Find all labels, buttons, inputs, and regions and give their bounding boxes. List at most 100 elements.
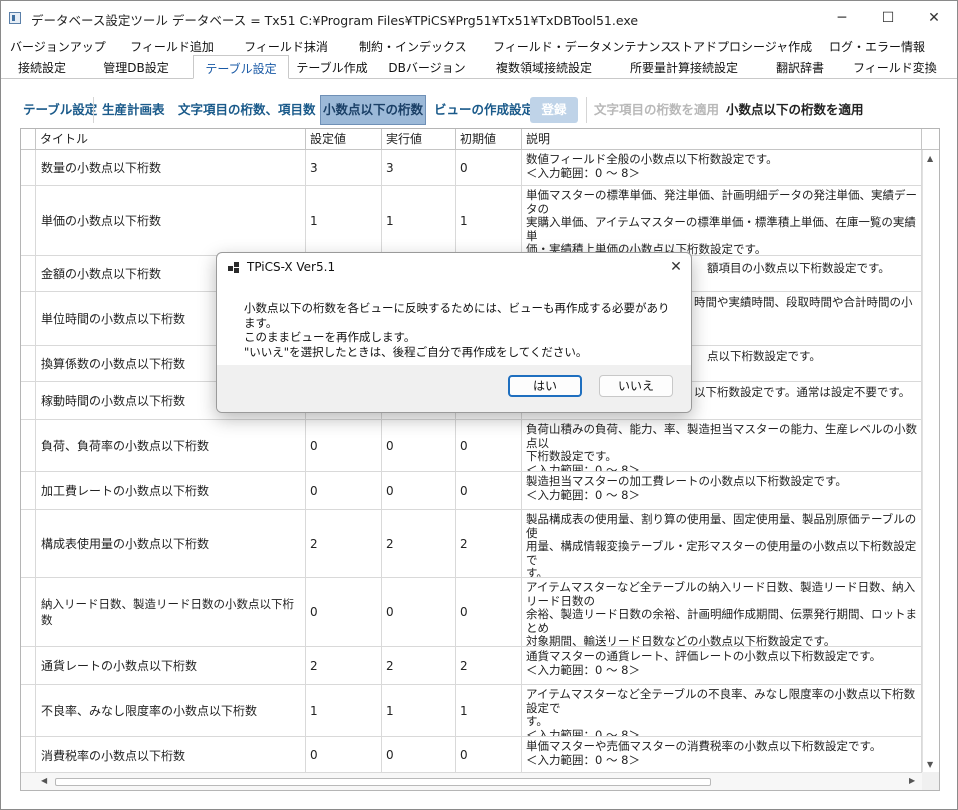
sub-view-create-settings[interactable]: ビューの作成設定: [434, 95, 534, 125]
row-initial-value: 0: [456, 420, 522, 471]
row-title: 数量の小数点以下桁数: [21, 150, 306, 185]
row-initial-value: 0: [456, 150, 522, 185]
sub-decimal-digits[interactable]: 小数点以下の桁数: [320, 95, 427, 125]
row-title: 負荷、負荷率の小数点以下桁数: [21, 420, 306, 471]
table-row[interactable]: 数量の小数点以下桁数 3 3 0 数値フィールド全般の小数点以下桁数設定です。 …: [21, 150, 922, 186]
row-title: 不良率、みなし限度率の小数点以下桁数: [21, 685, 306, 736]
table-row[interactable]: 構成表使用量の小数点以下桁数 2 2 2 製品構成表の使用量、割り算の使用量、固…: [21, 510, 922, 578]
table-row[interactable]: 消費税率の小数点以下桁数 0 0 0 単価マスターや売価マスターの消費税率の小数…: [21, 737, 922, 774]
row-execution-value: 1: [382, 186, 456, 255]
row-title: 納入リード日数、製造リード日数の小数点以下桁数: [21, 578, 306, 646]
close-icon[interactable]: ✕: [911, 1, 957, 35]
apply-text-digits-button[interactable]: 文字項目の桁数を適用: [594, 95, 719, 125]
dialog-close-icon[interactable]: ✕: [665, 256, 687, 278]
tab-version-up[interactable]: バージョンアップ: [10, 37, 106, 58]
minimize-icon[interactable]: ─: [819, 1, 865, 35]
sub-table-settings[interactable]: テーブル設定: [23, 95, 97, 125]
table-row[interactable]: 単価の小数点以下桁数 1 1 1 単価マスターの標準単価、発注単価、計画明細デー…: [21, 186, 922, 256]
table-row[interactable]: 加工費レートの小数点以下桁数 0 0 0 製造担当マスターの加工費レートの小数点…: [21, 472, 922, 510]
row-setting-value[interactable]: 0: [306, 472, 382, 509]
vertical-scrollbar[interactable]: ▲ ▼: [922, 150, 939, 773]
row-execution-value: 2: [382, 647, 456, 684]
row-setting-value[interactable]: 3: [306, 150, 382, 185]
app-logo-icon: [228, 262, 240, 274]
row-execution-value: 0: [382, 420, 456, 471]
row-setting-value[interactable]: 0: [306, 578, 382, 646]
scroll-right-icon[interactable]: ▶: [909, 776, 915, 785]
row-initial-value: 1: [456, 685, 522, 736]
tab-connection-settings[interactable]: 接続設定: [9, 58, 75, 79]
row-setting-value[interactable]: 0: [306, 737, 382, 773]
table-row[interactable]: 納入リード日数、製造リード日数の小数点以下桁数 0 0 0 アイテムマスターなど…: [21, 578, 922, 647]
row-setting-value[interactable]: 1: [306, 186, 382, 255]
grid-header: タイトル 設定値 実行値 初期値 説明: [21, 129, 939, 150]
row-description: アイテムマスターなど全テーブルの不良率、みなし限度率の小数点以下桁数設定で す。…: [522, 685, 922, 736]
tab-table-create[interactable]: テーブル作成: [293, 58, 371, 79]
header-title[interactable]: タイトル: [36, 129, 306, 150]
horizontal-scrollbar[interactable]: ◀ ▶: [21, 772, 939, 790]
app-icon: [9, 12, 21, 24]
header-setting[interactable]: 設定値: [306, 129, 382, 150]
tab-mrp-connection[interactable]: 所要量計算接続設定: [623, 58, 745, 79]
no-button[interactable]: いいえ: [599, 375, 673, 397]
tab-table-settings[interactable]: テーブル設定: [193, 55, 289, 79]
row-initial-value: 1: [456, 186, 522, 255]
horizontal-scroll-thumb[interactable]: [55, 778, 711, 786]
tab-constraint-index[interactable]: 制約・インデックス: [359, 37, 467, 58]
row-description: 単価マスターや売価マスターの消費税率の小数点以下桁数設定です。 ＜入力範囲：0 …: [522, 737, 922, 773]
row-initial-value: 2: [456, 510, 522, 577]
row-title: 単価の小数点以下桁数: [21, 186, 306, 255]
dialog-footer: はい いいえ: [217, 365, 691, 412]
header-execution[interactable]: 実行値: [382, 129, 456, 150]
row-title: 通貨レートの小数点以下桁数: [21, 647, 306, 684]
scroll-down-icon[interactable]: ▼: [927, 760, 933, 769]
tab-log-error[interactable]: ログ・エラー情報: [829, 37, 925, 58]
row-setting-value[interactable]: 2: [306, 510, 382, 577]
window-title: データベース設定ツール データベース = Tx51 C:¥Program Fil…: [31, 13, 639, 28]
row-description: 製品構成表の使用量、割り算の使用量、固定使用量、製品別原価テーブルの使 用量、構…: [522, 510, 922, 577]
row-execution-value: 0: [382, 737, 456, 773]
table-row[interactable]: 通貨レートの小数点以下桁数 2 2 2 通貨マスターの通貨レート、評価レートの小…: [21, 647, 922, 685]
tab-row-1: バージョンアップ フィールド追加 フィールド抹消 制約・インデックス フィールド…: [1, 37, 957, 58]
tab-field-conversion[interactable]: フィールド変換: [853, 58, 937, 79]
row-description: 製造担当マスターの加工費レートの小数点以下桁数設定です。 ＜入力範囲：0 〜 8…: [522, 472, 922, 509]
register-button[interactable]: 登録: [530, 97, 578, 123]
settings-grid: タイトル 設定値 実行値 初期値 説明 数量の小数点以下桁数 3 3 0 数値フ…: [20, 128, 940, 791]
tab-multi-area-connection[interactable]: 複数領域接続設定: [489, 58, 599, 79]
tab-admin-db-settings[interactable]: 管理DB設定: [95, 58, 177, 79]
row-initial-value: 2: [456, 647, 522, 684]
row-title: 加工費レートの小数点以下桁数: [21, 472, 306, 509]
row-initial-value: 0: [456, 737, 522, 773]
maximize-icon[interactable]: ☐: [865, 1, 911, 35]
tab-row-2: 接続設定 管理DB設定 テーブル設定 テーブル作成 DBバージョン 複数領域接続…: [1, 55, 957, 79]
row-description: 負荷山積みの負荷、能力、率、製造担当マスターの能力、生産レベルの小数点以 下桁数…: [522, 420, 922, 471]
row-execution-value: 2: [382, 510, 456, 577]
row-description: 通貨マスターの通貨レート、評価レートの小数点以下桁数設定です。 ＜入力範囲：0 …: [522, 647, 922, 684]
sub-text-digits[interactable]: 文字項目の桁数、項目数: [178, 95, 316, 125]
table-row[interactable]: 負荷、負荷率の小数点以下桁数 0 0 0 負荷山積みの負荷、能力、率、製造担当マ…: [21, 420, 922, 472]
tab-db-version[interactable]: DBバージョン: [387, 58, 467, 79]
yes-button[interactable]: はい: [508, 375, 582, 397]
row-execution-value: 0: [382, 472, 456, 509]
row-setting-value[interactable]: 2: [306, 647, 382, 684]
header-selector: [21, 129, 36, 150]
row-title: 消費税率の小数点以下桁数: [21, 737, 306, 773]
row-initial-value: 0: [456, 472, 522, 509]
dialog-title: TPiCS-X Ver5.1: [247, 260, 336, 274]
header-description[interactable]: 説明: [522, 129, 922, 150]
scroll-left-icon[interactable]: ◀: [41, 776, 47, 785]
row-execution-value: 3: [382, 150, 456, 185]
sub-production-plan[interactable]: 生産計画表: [102, 95, 165, 125]
tab-field-data-maintenance[interactable]: フィールド・データメンテナンス: [493, 37, 672, 58]
table-row[interactable]: 不良率、みなし限度率の小数点以下桁数 1 1 1 アイテムマスターなど全テーブル…: [21, 685, 922, 737]
apply-decimal-digits-button[interactable]: 小数点以下の桁数を適用: [726, 95, 864, 125]
row-setting-value[interactable]: 1: [306, 685, 382, 736]
scroll-up-icon[interactable]: ▲: [927, 154, 933, 163]
tab-translation-dictionary[interactable]: 翻訳辞書: [767, 58, 833, 79]
header-initial[interactable]: 初期値: [456, 129, 522, 150]
title-bar: データベース設定ツール データベース = Tx51 C:¥Program Fil…: [1, 1, 957, 35]
row-setting-value[interactable]: 0: [306, 420, 382, 471]
sub-toolbar: テーブル設定 生産計画表 文字項目の桁数、項目数 小数点以下の桁数 ビューの作成…: [15, 95, 945, 125]
row-description: アイテムマスターなど全テーブルの納入リード日数、製造リード日数、納入リード日数の…: [522, 578, 922, 646]
tab-stored-procedure[interactable]: ストアドプロシージャ作成: [669, 37, 812, 58]
